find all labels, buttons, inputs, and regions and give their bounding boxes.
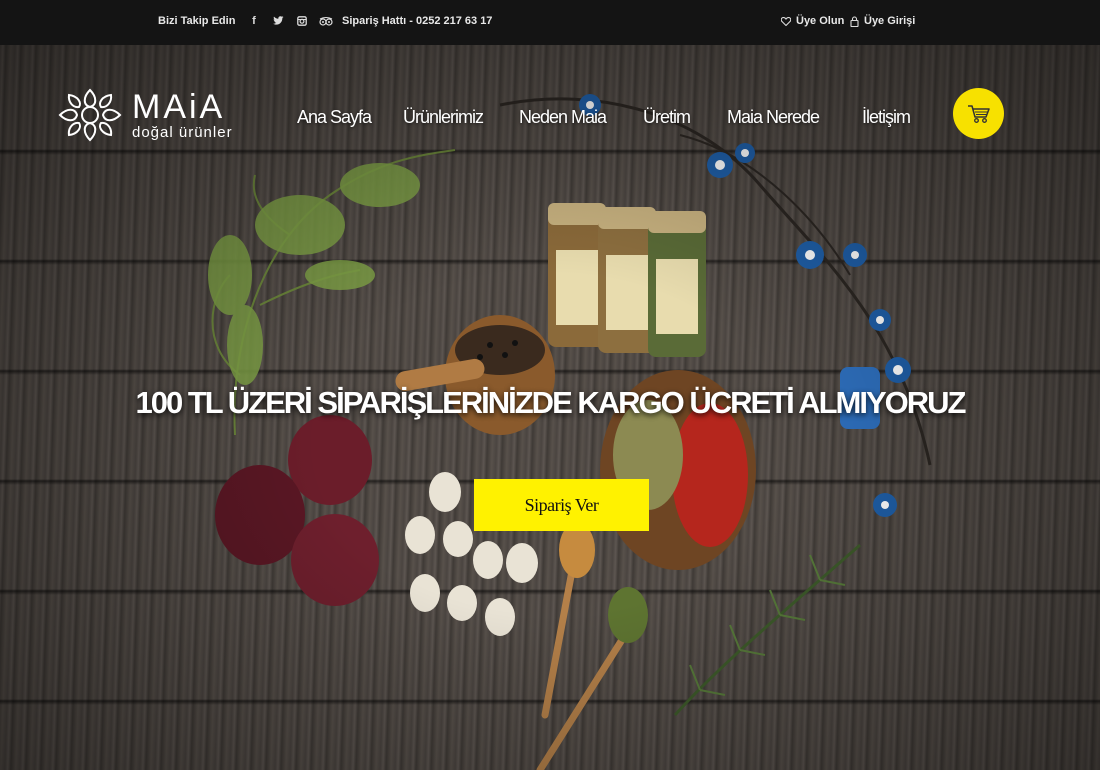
register-link[interactable]: Üye Olun bbox=[781, 15, 844, 27]
nav-item-home[interactable]: Ana Sayfa bbox=[297, 107, 372, 128]
nav-item-locations[interactable]: Maia Nerede bbox=[727, 107, 820, 128]
login-link[interactable]: Üye Girişi bbox=[850, 15, 915, 27]
brand-tagline: doğal ürünler bbox=[132, 124, 233, 141]
twitter-icon[interactable] bbox=[270, 12, 286, 30]
register-label: Üye Olun bbox=[796, 15, 845, 27]
facebook-icon[interactable]: f bbox=[246, 12, 262, 30]
tripadvisor-icon[interactable] bbox=[318, 12, 334, 30]
nav-item-production[interactable]: Üretim bbox=[643, 107, 691, 128]
nav-item-products[interactable]: Ürünlerimiz bbox=[403, 107, 484, 128]
shopping-cart-icon bbox=[967, 104, 990, 123]
lock-icon bbox=[850, 15, 859, 27]
leaf-mandala-icon bbox=[58, 88, 122, 142]
heart-icon bbox=[781, 16, 791, 26]
nav-item-contact[interactable]: İletişim bbox=[862, 107, 911, 128]
order-hotline: Sipariş Hattı - 0252 217 63 17 bbox=[342, 15, 493, 27]
cart-button[interactable] bbox=[953, 88, 1004, 139]
promo-headline: 100 TL ÜZERİ SİPARİŞLERİNİZDE KARGO ÜCRE… bbox=[135, 385, 967, 420]
hero-banner: MAiA doğal ürünler Ana Sayfa Ürünlerimiz… bbox=[0, 45, 1100, 770]
login-label: Üye Girişi bbox=[864, 15, 916, 27]
instagram-icon[interactable] bbox=[294, 12, 310, 30]
nav-item-why-maia[interactable]: Neden Maia bbox=[519, 107, 607, 128]
top-bar: Bizi Takip Edin f Sipariş Hattı - 0252 2… bbox=[0, 0, 1100, 45]
follow-us-label: Bizi Takip Edin bbox=[158, 15, 236, 27]
brand-logo[interactable]: MAiA doğal ürünler bbox=[52, 85, 233, 145]
social-links: f bbox=[246, 12, 334, 30]
brand-name: MAiA bbox=[132, 88, 226, 126]
order-now-button[interactable]: Sipariş Ver bbox=[474, 479, 649, 531]
